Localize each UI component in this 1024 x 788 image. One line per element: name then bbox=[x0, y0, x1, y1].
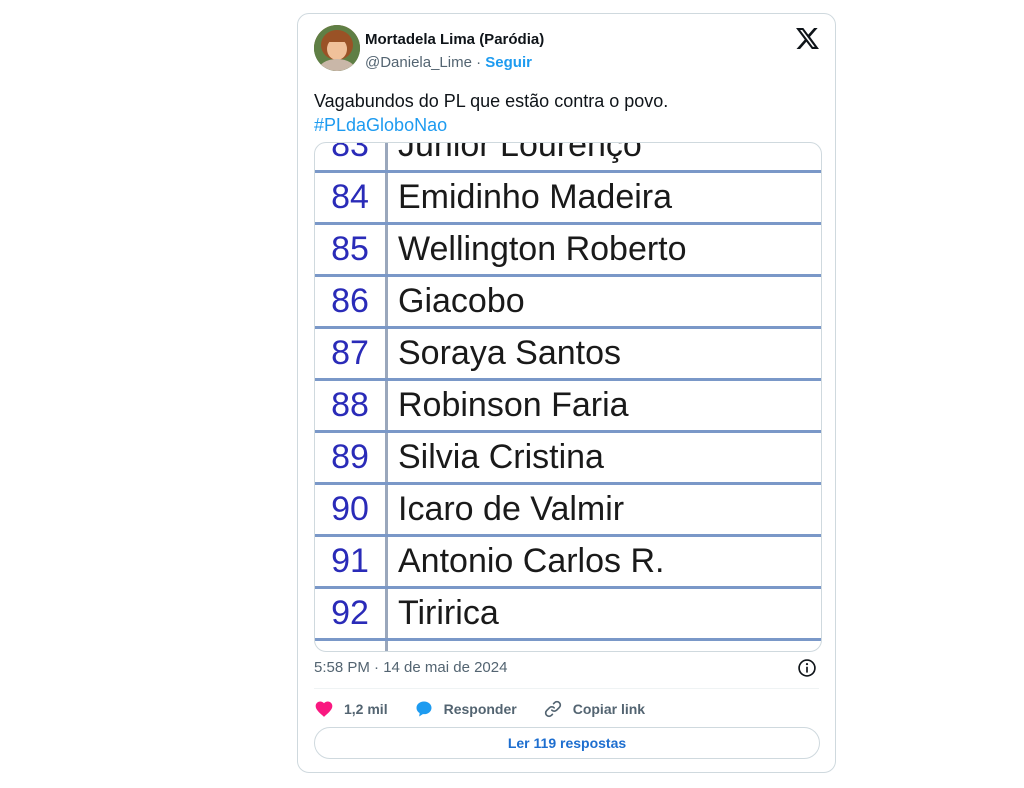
list-row: 87 Soraya Santos bbox=[315, 329, 821, 381]
handle-line: @Daniela_Lime · Seguir bbox=[365, 54, 532, 71]
action-bar: 1,2 mil Responder Copiar link bbox=[314, 697, 671, 721]
list-row: 84 Emidinho Madeira bbox=[315, 173, 821, 225]
follow-button[interactable]: Seguir bbox=[485, 54, 532, 71]
list-row: 83 Junior Lourenço bbox=[315, 142, 821, 173]
row-name: Soraya Santos bbox=[398, 334, 622, 372]
row-name: Emidinho Madeira bbox=[398, 178, 673, 216]
hashtag-link[interactable]: #PLdaGloboNao bbox=[314, 113, 814, 137]
speech-bubble-icon bbox=[416, 701, 432, 717]
tweet-card: Mortadela Lima (Paródia) @Daniela_Lime ·… bbox=[297, 13, 836, 773]
row-name: Robinson Faria bbox=[398, 386, 629, 424]
row-name: Icaro de Valmir bbox=[398, 490, 625, 528]
reply-button[interactable]: Responder bbox=[414, 699, 517, 719]
row-number: 86 bbox=[315, 277, 388, 326]
list-row: 92 Tiririca bbox=[315, 589, 821, 641]
row-name: Tiririca bbox=[398, 594, 499, 632]
tweet-text: Vagabundos do PL que estão contra o povo… bbox=[314, 89, 814, 137]
link-icon bbox=[544, 700, 561, 718]
handle-separator: · bbox=[471, 54, 486, 71]
row-number: 88 bbox=[315, 381, 388, 430]
row-number: 89 bbox=[315, 433, 388, 482]
tweet-media-image[interactable]: 83 Junior Lourenço 84 Emidinho Madeira 8… bbox=[314, 142, 822, 652]
list-row: 88 Robinson Faria bbox=[315, 381, 821, 433]
row-number: 85 bbox=[315, 225, 388, 274]
avatar-image bbox=[314, 25, 360, 71]
divider bbox=[314, 688, 819, 689]
like-button[interactable]: 1,2 mil bbox=[314, 699, 388, 719]
copy-link-button[interactable]: Copiar link bbox=[543, 699, 645, 719]
list-row: 90 Icaro de Valmir bbox=[315, 485, 821, 537]
list-row: 85 Wellington Roberto bbox=[315, 225, 821, 277]
info-icon[interactable] bbox=[797, 658, 817, 678]
row-number: 83 bbox=[315, 143, 388, 170]
author-name[interactable]: Mortadela Lima (Paródia) bbox=[365, 31, 544, 48]
row-name: Silvia Cristina bbox=[398, 438, 604, 476]
list-row: 86 Giacobo bbox=[315, 277, 821, 329]
row-number bbox=[315, 641, 388, 651]
like-count: 1,2 mil bbox=[344, 701, 388, 717]
tweet-timestamp[interactable]: 5:58 PM · 14 de mai de 2024 bbox=[314, 659, 507, 676]
row-name: Antonio Carlos R. bbox=[398, 542, 665, 580]
list-row: 89 Silvia Cristina bbox=[315, 433, 821, 485]
heart-icon bbox=[315, 701, 333, 717]
row-name: Wellington Roberto bbox=[398, 230, 687, 268]
row-number: 87 bbox=[315, 329, 388, 378]
list-row bbox=[315, 641, 821, 651]
row-number: 91 bbox=[315, 537, 388, 586]
reply-label: Responder bbox=[443, 701, 517, 717]
row-number: 84 bbox=[315, 173, 388, 222]
row-name: Junior Lourenço bbox=[398, 142, 642, 164]
avatar[interactable] bbox=[314, 25, 360, 71]
row-name: Giacobo bbox=[398, 282, 525, 320]
list-row: 91 Antonio Carlos R. bbox=[315, 537, 821, 589]
tweet-body: Vagabundos do PL que estão contra o povo… bbox=[314, 91, 669, 111]
row-number: 92 bbox=[315, 589, 388, 638]
x-logo-icon[interactable] bbox=[796, 28, 819, 49]
copy-link-label: Copiar link bbox=[572, 701, 646, 717]
read-replies-button[interactable]: Ler 119 respostas bbox=[314, 727, 820, 759]
author-handle[interactable]: @Daniela_Lime bbox=[365, 54, 472, 71]
row-number: 90 bbox=[315, 485, 388, 534]
